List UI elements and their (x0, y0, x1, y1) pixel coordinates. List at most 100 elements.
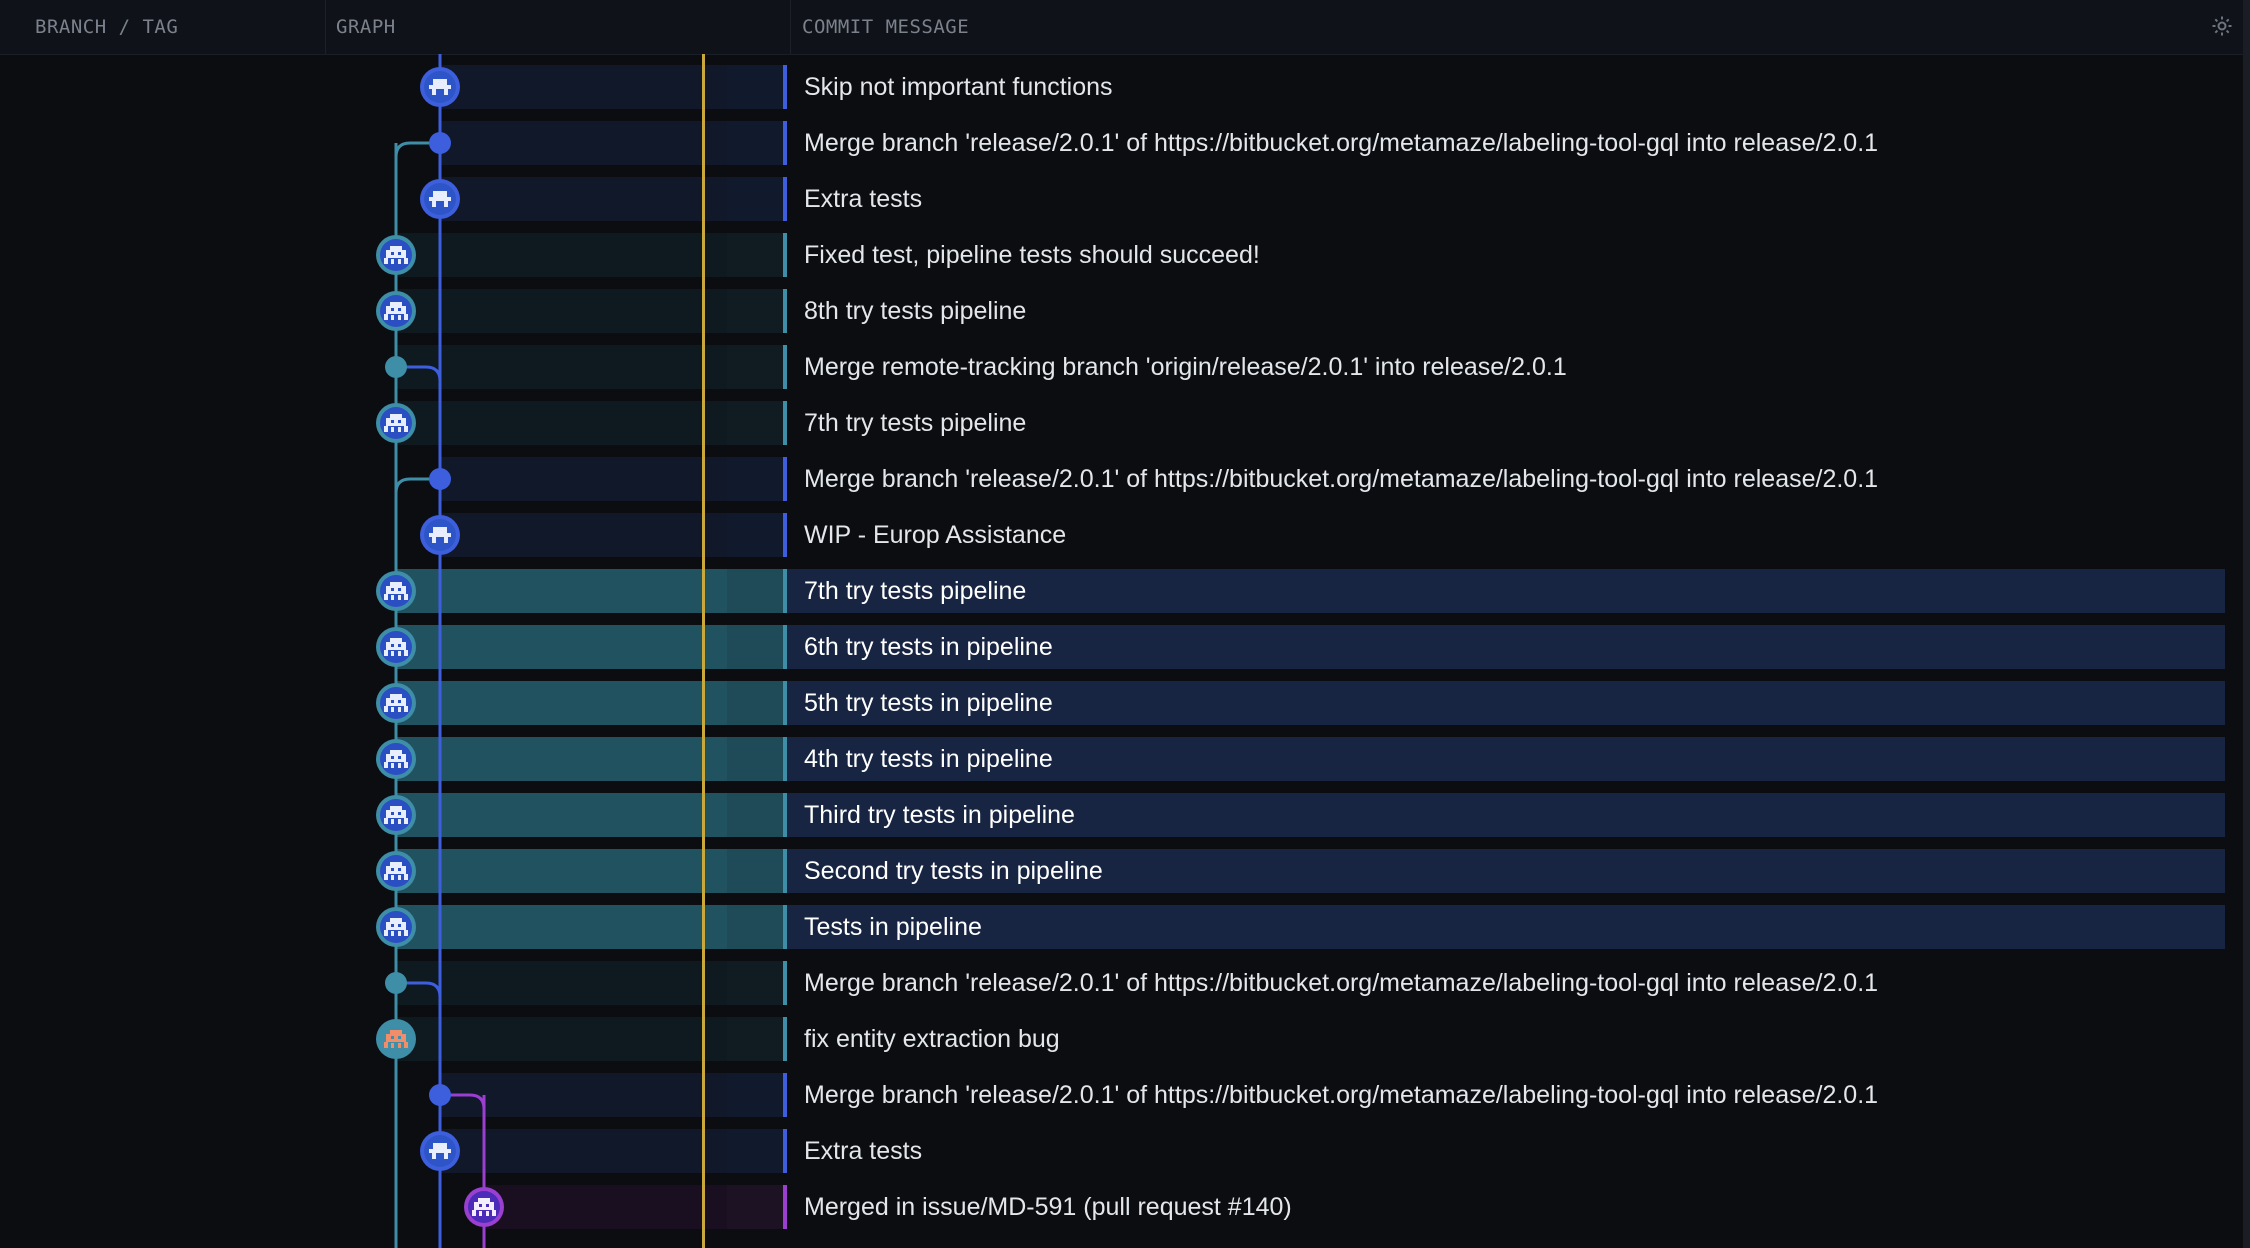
avatar-glyph (486, 1211, 489, 1216)
avatar-glyph (398, 315, 401, 320)
blue-invader-avatar-icon (376, 795, 416, 835)
avatar-glyph (404, 594, 408, 600)
blue-robot-avatar-icon (420, 67, 460, 107)
avatar-glyph (386, 698, 406, 706)
avatar-glyph (386, 418, 406, 426)
avatar-glyph (398, 924, 401, 927)
avatar-glyph (444, 537, 448, 543)
commit-message: Third try tests in pipeline (804, 801, 1075, 829)
avatar-glyph (391, 427, 394, 432)
avatar-glyph (391, 595, 394, 600)
avatar-glyph (444, 89, 448, 95)
merge-commit-node (385, 972, 407, 994)
blue-invader-avatar-icon (376, 571, 416, 611)
avatar-glyph (398, 308, 401, 311)
avatar-glyph (398, 763, 401, 768)
avatar-glyph (404, 706, 408, 712)
avatar-glyph (398, 931, 401, 936)
avatar-glyph (390, 246, 402, 250)
blue-robot-avatar-icon (420, 179, 460, 219)
scrollbar[interactable] (2243, 0, 2250, 1248)
avatar-glyph (398, 427, 401, 432)
avatar-glyph (390, 638, 402, 642)
avatar-glyph (390, 1030, 402, 1034)
avatar-glyph (444, 201, 448, 207)
avatar-glyph (429, 197, 451, 201)
commit-message: WIP - Europ Assistance (804, 521, 1067, 549)
avatar-glyph (386, 586, 406, 594)
avatar-glyph (391, 875, 394, 880)
avatar-glyph (391, 588, 394, 591)
avatar-glyph (433, 79, 447, 85)
avatar-glyph (386, 1034, 406, 1042)
avatar-glyph (398, 259, 401, 264)
avatar-glyph (391, 252, 394, 255)
avatar-glyph (384, 874, 388, 880)
avatar-glyph (398, 700, 401, 703)
avatar-glyph (404, 258, 408, 264)
commit-message-column-header[interactable]: COMMIT MESSAGE (802, 0, 969, 54)
avatar-glyph (391, 259, 394, 264)
avatar-glyph (386, 250, 406, 258)
avatar-glyph (398, 756, 401, 759)
avatar-glyph (384, 258, 388, 264)
commit-message: fix entity extraction bug (804, 1025, 1060, 1053)
avatar-glyph (479, 1211, 482, 1216)
avatar-glyph (391, 819, 394, 824)
blue-invader-avatar-icon (376, 683, 416, 723)
avatar-glyph (398, 868, 401, 871)
purple-invader-avatar-icon (464, 1187, 504, 1227)
avatar-glyph (386, 306, 406, 314)
avatar-glyph (398, 595, 401, 600)
avatar-glyph (391, 315, 394, 320)
merge-commit-node (429, 468, 451, 490)
avatar-glyph (391, 707, 394, 712)
avatar-glyph (386, 642, 406, 650)
avatar-glyph (398, 812, 401, 815)
blue-robot-avatar-icon (420, 515, 460, 555)
gear-icon[interactable] (2210, 14, 2234, 38)
commit-message: Second try tests in pipeline (804, 857, 1103, 885)
avatar-glyph (432, 89, 436, 95)
avatar-glyph (391, 1036, 394, 1039)
commit-message: Fixed test, pipeline tests should succee… (804, 241, 1260, 269)
avatar-glyph (386, 810, 406, 818)
avatar-glyph (432, 1153, 436, 1159)
commit-row-background (785, 905, 2225, 949)
avatar-glyph (486, 1204, 489, 1207)
commit-message: Tests in pipeline (804, 913, 982, 941)
merge-commit-node (429, 1084, 451, 1106)
commit-message: Extra tests (804, 1137, 923, 1165)
avatar-glyph (391, 931, 394, 936)
avatar-glyph (404, 874, 408, 880)
avatar-glyph (432, 537, 436, 543)
avatar-glyph (391, 812, 394, 815)
avatar-glyph (404, 762, 408, 768)
avatar-glyph (391, 420, 394, 423)
avatar-glyph (398, 588, 401, 591)
avatar-glyph (398, 644, 401, 647)
avatar-glyph (433, 191, 447, 197)
avatar-glyph (384, 930, 388, 936)
avatar-glyph (391, 1043, 394, 1048)
blue-invader-avatar-icon (376, 739, 416, 779)
avatar-glyph (429, 1149, 451, 1153)
commit-message: 7th try tests pipeline (804, 409, 1027, 437)
avatar-glyph (384, 426, 388, 432)
avatar-glyph (384, 762, 388, 768)
avatar-glyph (433, 527, 447, 533)
commit-message: Merge branch 'release/2.0.1' of https://… (804, 969, 1879, 997)
avatar-glyph (404, 1042, 408, 1048)
avatar-glyph (404, 650, 408, 656)
avatar-glyph (398, 875, 401, 880)
avatar-glyph (391, 651, 394, 656)
avatar-glyph (404, 818, 408, 824)
avatar-glyph (384, 314, 388, 320)
avatar-glyph (386, 866, 406, 874)
blue-robot-avatar-icon (420, 1131, 460, 1171)
avatar-glyph (398, 1043, 401, 1048)
avatar-glyph (429, 85, 451, 89)
avatar-glyph (390, 582, 402, 586)
blue-invader-avatar-icon (376, 907, 416, 947)
commit-message: 7th try tests pipeline (804, 577, 1027, 605)
